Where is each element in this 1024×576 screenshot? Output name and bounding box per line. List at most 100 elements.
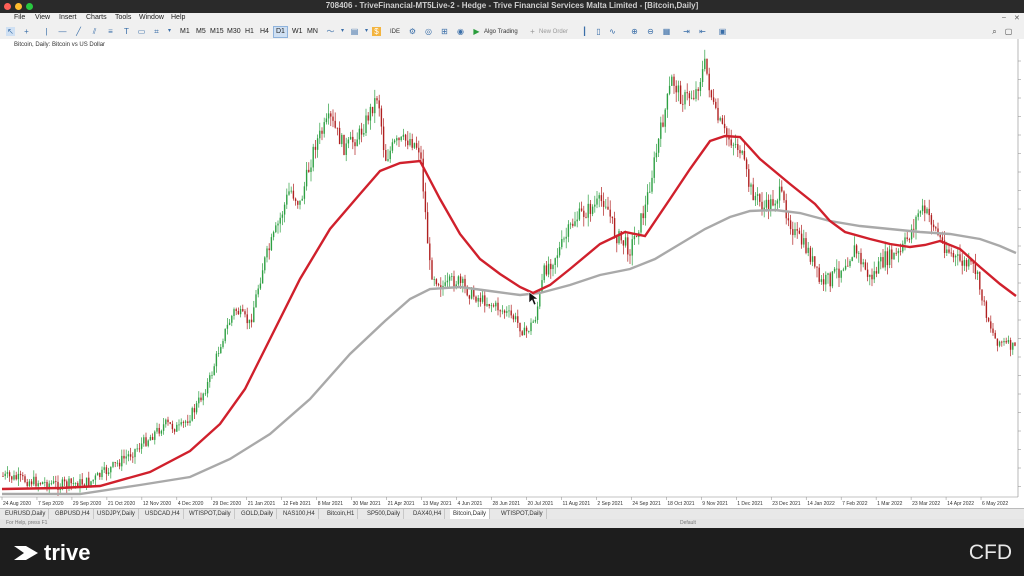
timeframe-h4-button[interactable]: H4 (258, 27, 271, 37)
tab-nas100-h4[interactable]: NAS100,H4 (280, 509, 319, 519)
experts-icon[interactable]: ⚙ (408, 27, 417, 36)
tab-dax40-h4[interactable]: DAX40,H4 (410, 509, 446, 519)
tab-sp500-daily[interactable]: SP500,Daily (364, 509, 405, 519)
timeframe-m15-button[interactable]: M15 (208, 27, 226, 37)
candle-body (814, 256, 816, 267)
window-minimize-icon[interactable]: – (1002, 14, 1006, 21)
text-icon[interactable]: T (122, 27, 131, 36)
cursor-icon[interactable]: ↖ (6, 27, 15, 36)
channel-icon[interactable]: ⫽ (90, 27, 99, 36)
menu-view[interactable]: View (35, 14, 50, 21)
candle-chart-icon[interactable]: ▯ (594, 27, 603, 36)
candle-body (110, 466, 112, 473)
chart-shift-icon[interactable]: ⇤ (698, 27, 707, 36)
zoom-in-icon[interactable]: ⊕ (630, 27, 639, 36)
candle-body (325, 118, 328, 123)
search-icon[interactable]: ⌕ (990, 27, 999, 36)
ide-button[interactable]: IDE (390, 27, 400, 37)
window-close-icon[interactable]: ✕ (1014, 14, 1020, 22)
candle-body (387, 159, 389, 161)
candle-body (55, 481, 57, 482)
timeframe-mn-button[interactable]: MN (305, 27, 320, 37)
shapes-icon[interactable]: ▭ (137, 27, 146, 36)
menu-insert[interactable]: Insert (59, 14, 77, 21)
algo-trading-icon[interactable]: ▶ (472, 27, 481, 36)
timeframe-m1-button[interactable]: M1 (178, 27, 192, 37)
crosshair-icon[interactable]: + (22, 27, 31, 36)
candle-body (288, 191, 290, 195)
bar-chart-icon[interactable]: ┃ (580, 27, 589, 36)
template-dropdown-icon[interactable]: ▾ (362, 27, 371, 36)
menu-tools[interactable]: Tools (115, 14, 131, 21)
candle-body (926, 208, 928, 214)
tab-gbpusd-h4[interactable]: GBPUSD,H4 (52, 509, 94, 519)
chart-type-dropdown-icon[interactable]: ▾ (338, 27, 347, 36)
candle-body (699, 82, 702, 91)
menu-window[interactable]: Window (139, 14, 164, 21)
new-order-button[interactable]: New Order (539, 27, 568, 37)
candle-body (924, 205, 926, 214)
horizontal-line-icon[interactable]: — (58, 27, 67, 36)
timeframe-w1-button[interactable]: W1 (290, 27, 305, 37)
line-chart-icon[interactable]: ∿ (608, 27, 617, 36)
status-help-text: For Help, press F1 (6, 520, 48, 526)
price-chart[interactable]: 24 Aug 2020 7 Sep 2020 29 Sep 2020 21 Oct 2… (0, 39, 1024, 508)
tab-usdcad-h4[interactable]: USDCAD,H4 (142, 509, 184, 519)
tab-wtispot-daily[interactable]: WTISPOT,Daily (186, 509, 235, 519)
fibonacci-icon[interactable]: ≡ (106, 27, 115, 36)
candle-body (1003, 340, 1005, 343)
candle-body (578, 208, 581, 220)
chart-type-icon[interactable]: 〜 (326, 27, 335, 36)
candle-body (182, 422, 185, 423)
timeframe-m5-button[interactable]: M5 (194, 27, 208, 37)
tab-bitcoin-h1[interactable]: Bitcoin,H1 (324, 509, 359, 519)
strategy-tester-icon[interactable]: $ (372, 27, 381, 36)
shapes-more-icon[interactable]: ⌗ (152, 27, 161, 36)
candle-body (316, 138, 319, 150)
x-axis-label: 13 May 2021 (423, 501, 452, 507)
tab-gold-daily[interactable]: GOLD,Daily (238, 509, 278, 519)
candle-body (576, 219, 578, 222)
template-icon[interactable]: ▤ (350, 27, 359, 36)
candle-body (844, 265, 847, 270)
vertical-line-icon[interactable]: | (42, 27, 51, 36)
timeframe-m30-button[interactable]: M30 (225, 27, 243, 37)
signals-icon[interactable]: ◎ (424, 27, 433, 36)
candle-body (134, 449, 136, 458)
tab-bitcoin-daily[interactable]: Bitcoin,Daily (450, 509, 491, 519)
algo-trading-button[interactable]: Algo Trading (484, 27, 518, 37)
candle-body (591, 206, 594, 214)
candle-body (732, 144, 735, 146)
tab-usdjpy-daily[interactable]: USDJPY,Daily (94, 509, 139, 519)
menu-charts[interactable]: Charts (86, 14, 107, 21)
candle-body (891, 249, 893, 260)
tab-wtispot-daily-2[interactable]: WTISPOT,Daily (498, 509, 547, 519)
candle-body (682, 103, 684, 105)
vps-icon[interactable]: ◉ (456, 27, 465, 36)
autoscroll-icon[interactable]: ⇥ (682, 27, 691, 36)
new-order-icon[interactable]: + (528, 27, 537, 36)
candle-body (600, 195, 603, 202)
zoom-out-icon[interactable]: ⊖ (646, 27, 655, 36)
candle-body (369, 106, 372, 121)
chart-window[interactable]: 24 Aug 2020 7 Sep 2020 29 Sep 2020 21 Oct 2… (0, 39, 1024, 508)
x-axis-label: 1 Mar 2022 (877, 501, 903, 507)
candle-body (807, 247, 809, 253)
menu-file[interactable]: File (14, 14, 25, 21)
chat-icon[interactable]: ▢ (1004, 27, 1013, 36)
screenshot-icon[interactable]: ▣ (718, 27, 727, 36)
trendline-icon[interactable]: ╱ (74, 27, 83, 36)
candle-body (906, 237, 908, 240)
candle-body (299, 200, 301, 205)
timeframe-h1-button[interactable]: H1 (243, 27, 256, 37)
candle-body (380, 108, 383, 127)
grid-icon[interactable]: ▦ (662, 27, 671, 36)
market-icon[interactable]: ⊞ (440, 27, 449, 36)
timeframe-d1-button[interactable]: D1 (273, 26, 288, 38)
chevron-down-icon[interactable]: ▾ (165, 27, 174, 36)
candle-body (616, 236, 618, 244)
candle-body (547, 263, 550, 275)
candle-body (734, 144, 737, 145)
menu-help[interactable]: Help (171, 14, 185, 21)
tab-eurusd-daily[interactable]: EURUSD,Daily (2, 509, 50, 519)
